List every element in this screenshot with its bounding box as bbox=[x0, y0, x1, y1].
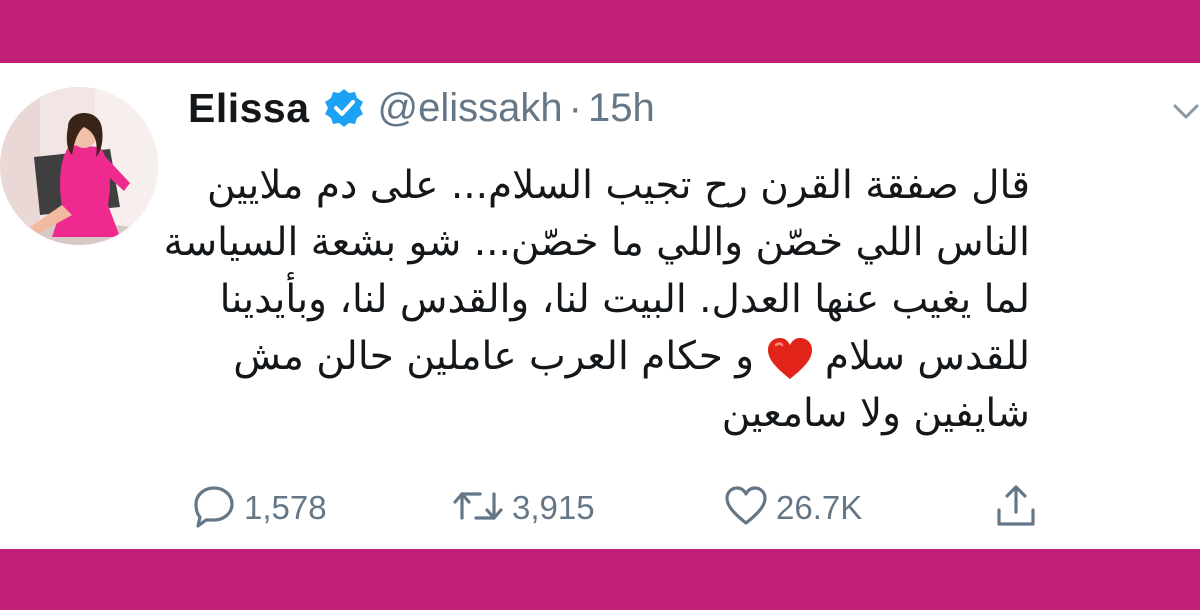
tweet-timestamp[interactable]: 15h bbox=[588, 86, 655, 131]
red-heart-emoji-icon bbox=[767, 337, 813, 381]
avatar[interactable] bbox=[0, 87, 158, 245]
tweet-line-1: قال صفقة القرن رح تجيب السلام... على دم … bbox=[206, 163, 1030, 208]
tweet-header: Elissa @elissakh · 15h bbox=[188, 83, 655, 133]
author-handle[interactable]: @elissakh bbox=[378, 86, 563, 131]
separator-dot: · bbox=[568, 85, 582, 130]
reply-button[interactable]: 1,578 bbox=[192, 483, 327, 533]
tweet-actions: 1,578 3,915 26.7K bbox=[188, 483, 1088, 533]
tweet-text: قال صفقة القرن رح تجيب السلام... على دم … bbox=[163, 157, 1030, 442]
tweet-line-4-end: و حكام العرب عاملين حالن مش bbox=[233, 334, 755, 379]
tweet-card[interactable]: Elissa @elissakh · 15h قال صفقة القرن رح… bbox=[0, 63, 1200, 549]
retweet-count: 3,915 bbox=[512, 489, 595, 526]
author-name[interactable]: Elissa bbox=[188, 85, 310, 132]
retweet-icon bbox=[452, 484, 504, 533]
verified-badge-icon bbox=[324, 88, 364, 128]
like-button[interactable]: 26.7K bbox=[724, 483, 862, 533]
reply-count: 1,578 bbox=[244, 489, 327, 526]
share-button[interactable] bbox=[994, 483, 1038, 533]
chevron-down-icon[interactable] bbox=[1172, 97, 1200, 125]
tweet-line-4-start: للقدس سلام bbox=[824, 334, 1030, 379]
tweet-line-5: شايفين ولا سامعين bbox=[721, 391, 1030, 436]
reply-icon bbox=[192, 484, 236, 533]
retweet-button[interactable]: 3,915 bbox=[452, 483, 595, 533]
share-icon bbox=[994, 484, 1038, 533]
tweet-line-3: لما يغيب عنها العدل. البيت لنا، والقدس ل… bbox=[219, 277, 1030, 322]
tweet-line-2: الناس اللي خصّن واللي ما خصّن... شو بشعة… bbox=[163, 220, 1030, 265]
like-count: 26.7K bbox=[776, 489, 863, 526]
tweet-line-4: للقدس سلام و حكام العرب عاملين حالن مش bbox=[200, 328, 1030, 385]
avatar-photo bbox=[0, 87, 158, 245]
heart-icon bbox=[724, 484, 768, 533]
